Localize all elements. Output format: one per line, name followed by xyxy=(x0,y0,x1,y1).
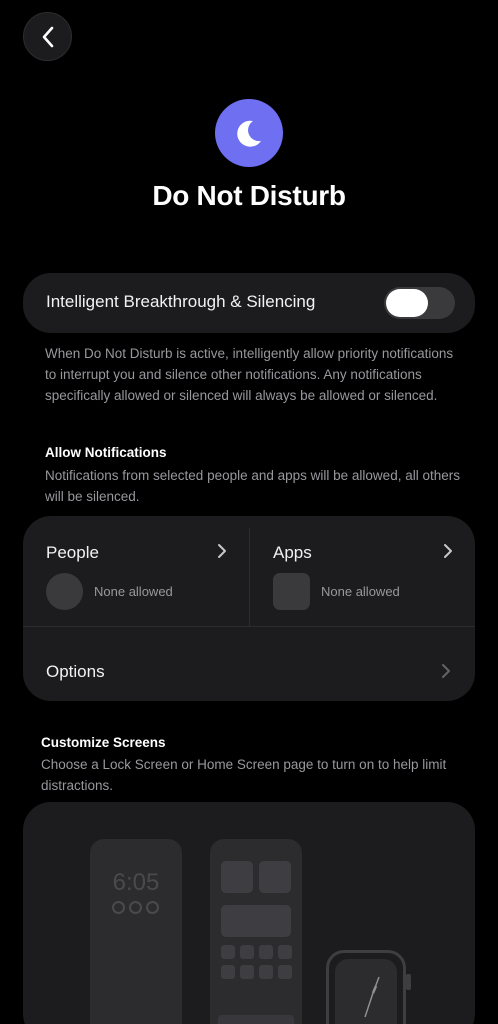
home-screen-preview[interactable] xyxy=(210,839,302,1024)
chevron-right-icon[interactable] xyxy=(441,663,451,679)
row-divider xyxy=(23,626,475,627)
chevron-right-icon[interactable] xyxy=(443,543,453,559)
app-icon-placeholder xyxy=(278,965,292,979)
watch-face xyxy=(335,959,397,1024)
app-icon-placeholder xyxy=(278,945,292,959)
apps-label[interactable]: Apps xyxy=(273,543,312,563)
customize-screens-description: Choose a Lock Screen or Home Screen page… xyxy=(41,757,447,793)
people-status: None allowed xyxy=(94,584,173,599)
apps-icon-placeholder xyxy=(273,573,310,610)
back-button[interactable] xyxy=(23,12,72,61)
moon-icon xyxy=(215,99,283,167)
lock-screen-widgets xyxy=(112,901,159,914)
watch-face-preview[interactable] xyxy=(326,950,406,1024)
app-icon-placeholder xyxy=(259,965,273,979)
app-icon-placeholder xyxy=(240,945,254,959)
widget-placeholder xyxy=(221,861,253,893)
clock-hands-icon xyxy=(364,976,380,1018)
lock-screen-preview[interactable]: 6:05 xyxy=(90,839,182,1024)
watch-crown xyxy=(406,974,411,990)
dock-placeholder xyxy=(218,1015,294,1024)
toggle-knob xyxy=(386,289,428,317)
options-button[interactable]: Options xyxy=(46,662,105,682)
breakthrough-description: When Do Not Disturb is active, intellige… xyxy=(45,346,454,403)
people-avatar-placeholder xyxy=(46,573,83,610)
breakthrough-row: Intelligent Breakthrough & Silencing xyxy=(23,273,475,333)
app-icon-placeholder xyxy=(259,945,273,959)
apps-status: None allowed xyxy=(321,584,400,599)
chevron-left-icon xyxy=(42,26,53,47)
page-title: Do Not Disturb xyxy=(152,180,346,211)
allow-notifications-card: People None allowed Apps None allowed Op… xyxy=(23,516,475,701)
screens-preview-card: 6:05 xyxy=(23,802,475,1024)
customize-screens-heading: Customize Screens xyxy=(41,735,166,750)
breakthrough-label: Intelligent Breakthrough & Silencing xyxy=(46,292,316,311)
allow-notifications-description: Notifications from selected people and a… xyxy=(45,468,460,504)
people-label[interactable]: People xyxy=(46,543,99,563)
breakthrough-toggle[interactable] xyxy=(384,287,455,319)
widget-placeholder xyxy=(259,861,291,893)
chevron-right-icon[interactable] xyxy=(217,543,227,559)
app-icon-placeholder xyxy=(240,965,254,979)
column-divider xyxy=(249,528,250,626)
app-icon-placeholder xyxy=(221,945,235,959)
app-icon-placeholder xyxy=(221,965,235,979)
lock-screen-time: 6:05 xyxy=(112,869,160,896)
allow-notifications-heading: Allow Notifications xyxy=(45,445,167,460)
widget-placeholder xyxy=(221,905,291,937)
